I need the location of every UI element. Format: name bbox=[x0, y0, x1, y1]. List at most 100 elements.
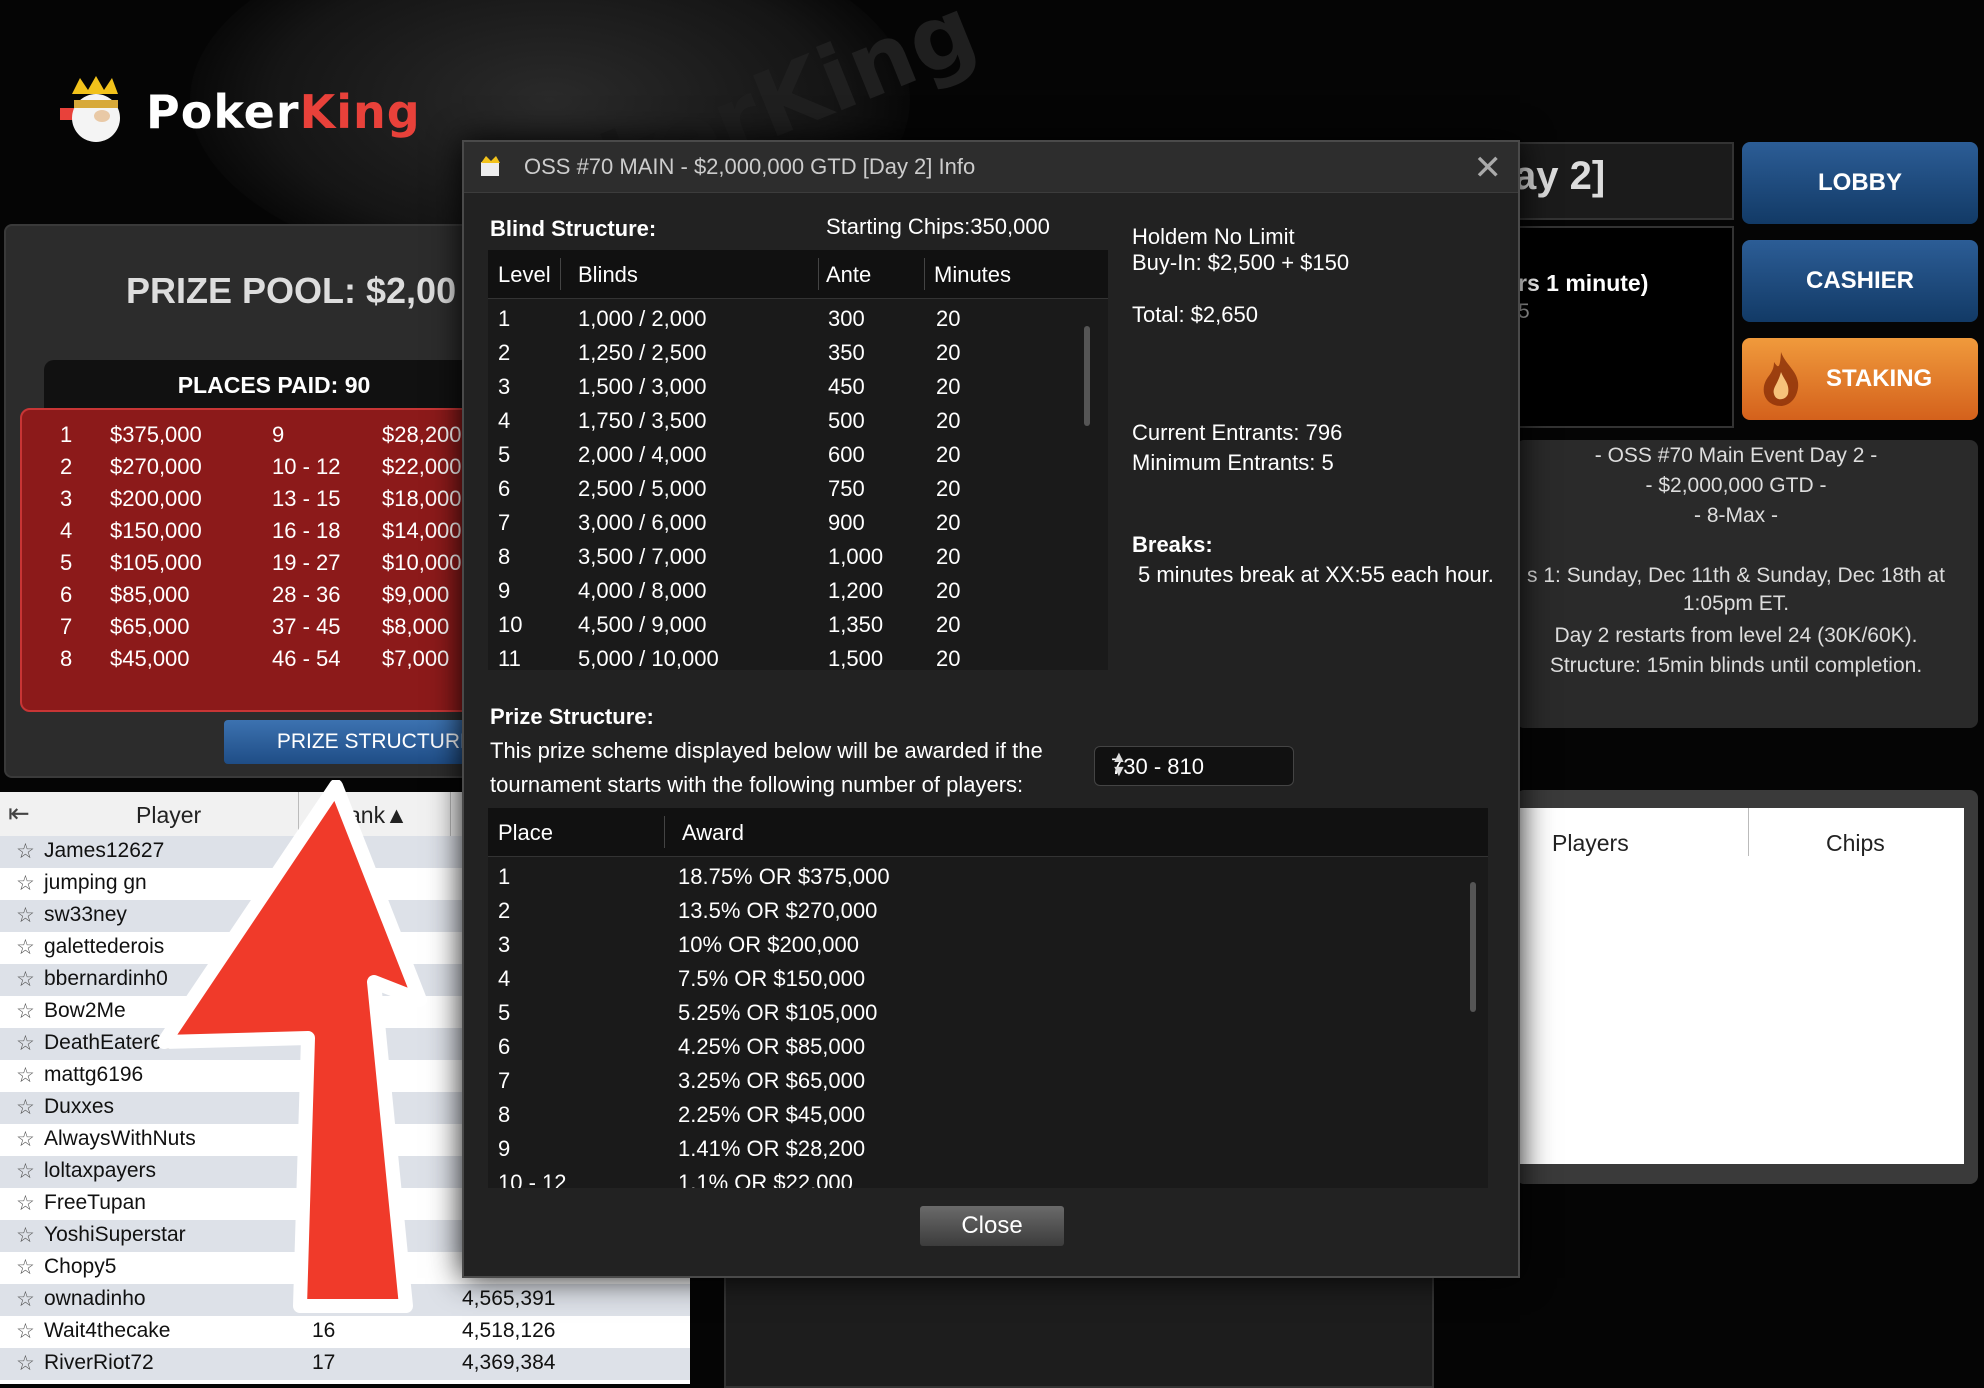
blind-row: 9 4,000 / 8,000 1,200 20 bbox=[488, 574, 1108, 608]
places-cell-p2: 19 - 27 bbox=[272, 550, 341, 575]
blind-minutes: 20 bbox=[936, 340, 961, 365]
blind-ante: 1,350 bbox=[828, 612, 884, 637]
col-minutes: Minutes bbox=[934, 262, 1012, 287]
star-icon[interactable]: ☆ bbox=[16, 1159, 35, 1184]
star-icon[interactable]: ☆ bbox=[16, 1287, 35, 1312]
blind-blinds: 4,500 / 9,000 bbox=[578, 612, 707, 637]
places-cell-p1: 7 bbox=[60, 614, 73, 639]
tables-col-players[interactable]: Players bbox=[1552, 830, 1629, 857]
places-cell-p1: 8 bbox=[60, 646, 73, 671]
table-row[interactable]: ☆ RiverRiot72 17 4,369,384 bbox=[0, 1348, 690, 1380]
star-icon[interactable]: ☆ bbox=[16, 1319, 35, 1344]
places-cell-p2: 10 - 12 bbox=[272, 454, 341, 479]
star-icon[interactable]: ☆ bbox=[16, 839, 35, 864]
star-icon[interactable]: ☆ bbox=[16, 999, 35, 1024]
star-icon[interactable]: ☆ bbox=[16, 1223, 35, 1248]
breaks-text: 5 minutes break at XX:55 each hour. bbox=[1138, 562, 1494, 587]
blind-table-scrollbar[interactable] bbox=[1084, 326, 1090, 426]
places-cell-p2: 9 bbox=[272, 422, 285, 447]
player-name: Duxxes bbox=[44, 1095, 115, 1118]
places-cell-a2: $14,000 bbox=[382, 518, 462, 543]
prize-table-scrollbar[interactable] bbox=[1470, 882, 1476, 1012]
prize-row: 4 7.5% OR $150,000 bbox=[488, 962, 1488, 996]
blind-blinds: 1,250 / 2,500 bbox=[578, 340, 707, 365]
close-button[interactable]: Close bbox=[920, 1206, 1064, 1246]
dialog-titlebar: OSS #70 MAIN - $2,000,000 GTD [Day 2] In… bbox=[464, 142, 1518, 193]
places-paid-list: 1 $375,000 9 $28,200 2 $270,000 10 - 12 $22,000… bbox=[20, 408, 504, 712]
places-cell-p1: 3 bbox=[60, 486, 73, 511]
star-icon[interactable]: ☆ bbox=[16, 935, 35, 960]
star-icon[interactable]: ☆ bbox=[16, 1095, 35, 1120]
logo-wordmark: PokerKing bbox=[146, 85, 421, 139]
blind-blinds: 1,500 / 3,000 bbox=[578, 374, 707, 399]
prize-row: 2 13.5% OR $270,000 bbox=[488, 894, 1488, 928]
collapse-icon[interactable]: ⇤ bbox=[8, 798, 30, 829]
blind-blinds: 4,000 / 8,000 bbox=[578, 578, 707, 603]
blind-minutes: 20 bbox=[936, 408, 961, 433]
prize-row: 1 18.75% OR $375,000 bbox=[488, 860, 1488, 894]
player-chips: 4,518,126 bbox=[462, 1319, 556, 1342]
blind-blinds: 2,500 / 5,000 bbox=[578, 476, 707, 501]
star-icon[interactable]: ☆ bbox=[16, 1063, 35, 1088]
places-cell-a2: $8,000 bbox=[382, 614, 450, 639]
player-name: FreeTupan bbox=[44, 1191, 146, 1214]
blind-minutes: 20 bbox=[936, 510, 961, 535]
col-blinds: Blinds bbox=[578, 262, 638, 287]
star-icon[interactable]: ☆ bbox=[16, 871, 35, 896]
close-icon[interactable]: ✕ bbox=[1474, 148, 1503, 188]
cashier-button[interactable]: CASHIER bbox=[1742, 240, 1978, 322]
places-row: 3 $200,000 13 - 15 $18,000 bbox=[22, 486, 502, 518]
blind-row: 3 1,500 / 3,000 450 20 bbox=[488, 370, 1108, 404]
lobby-button[interactable]: LOBBY bbox=[1742, 142, 1978, 224]
blind-row: 1 1,000 / 2,000 300 20 bbox=[488, 302, 1108, 336]
star-icon[interactable]: ☆ bbox=[16, 903, 35, 928]
blind-level: 8 bbox=[498, 544, 511, 569]
players-range-select[interactable]: 730 - 810 ▲ ▼ bbox=[1094, 746, 1294, 786]
blind-level: 7 bbox=[498, 510, 511, 535]
prize-award: 3.25% OR $65,000 bbox=[678, 1068, 866, 1093]
places-cell-a2: $7,000 bbox=[382, 646, 450, 671]
places-row: 7 $65,000 37 - 45 $8,000 bbox=[22, 614, 502, 646]
star-icon[interactable]: ☆ bbox=[16, 1127, 35, 1152]
places-cell-a2: $22,000 bbox=[382, 454, 462, 479]
prize-award: 1.41% OR $28,200 bbox=[678, 1136, 866, 1161]
player-name: RiverRiot72 bbox=[44, 1351, 154, 1374]
star-icon[interactable]: ☆ bbox=[16, 1191, 35, 1216]
table-row[interactable]: ☆ Wait4thecake 16 4,518,126 bbox=[0, 1316, 690, 1348]
blind-minutes: 20 bbox=[936, 544, 961, 569]
star-icon[interactable]: ☆ bbox=[16, 1031, 35, 1056]
tables-col-chips[interactable]: Chips bbox=[1826, 830, 1885, 857]
blind-ante: 1,200 bbox=[828, 578, 884, 603]
places-row: 4 $150,000 16 - 18 $14,000 bbox=[22, 518, 502, 550]
status-line-1: rs 1 minute) bbox=[1518, 270, 1649, 296]
blind-blinds: 3,000 / 6,000 bbox=[578, 510, 707, 535]
blind-minutes: 20 bbox=[936, 612, 961, 637]
places-cell-p1: 6 bbox=[60, 582, 73, 607]
player-name: Bow2Me bbox=[44, 999, 126, 1022]
blind-minutes: 20 bbox=[936, 442, 961, 467]
king-mascot-icon bbox=[56, 72, 136, 152]
staking-button[interactable]: STAKING bbox=[1742, 338, 1978, 420]
prize-structure-label: Prize Structure: bbox=[490, 704, 654, 729]
star-icon[interactable]: ☆ bbox=[16, 1351, 35, 1376]
blind-blinds: 3,500 / 7,000 bbox=[578, 544, 707, 569]
blind-blinds: 2,000 / 4,000 bbox=[578, 442, 707, 467]
blind-level: 1 bbox=[498, 306, 511, 331]
blind-level: 2 bbox=[498, 340, 511, 365]
description-line: Day 2 restarts from level 24 (30K/60K). bbox=[1554, 624, 1918, 647]
star-icon[interactable]: ☆ bbox=[16, 967, 35, 992]
star-icon[interactable]: ☆ bbox=[16, 1255, 35, 1280]
blind-structure-table: Level Blinds Ante Minutes 1 1,000 / 2,000… bbox=[488, 250, 1108, 670]
blind-minutes: 20 bbox=[936, 476, 961, 501]
blind-level: 6 bbox=[498, 476, 511, 501]
prize-row: 6 4.25% OR $85,000 bbox=[488, 1030, 1488, 1064]
places-cell-p2: 16 - 18 bbox=[272, 518, 341, 543]
blind-ante: 1,000 bbox=[828, 544, 884, 569]
places-cell-p2: 46 - 54 bbox=[272, 646, 341, 671]
places-cell-p1: 2 bbox=[60, 454, 73, 479]
blind-level: 10 bbox=[498, 612, 523, 637]
game-type: Holdem No Limit bbox=[1132, 224, 1295, 249]
places-cell-a2: $10,000 bbox=[382, 550, 462, 575]
prize-row: 8 2.25% OR $45,000 bbox=[488, 1098, 1488, 1132]
prize-row: 3 10% OR $200,000 bbox=[488, 928, 1488, 962]
